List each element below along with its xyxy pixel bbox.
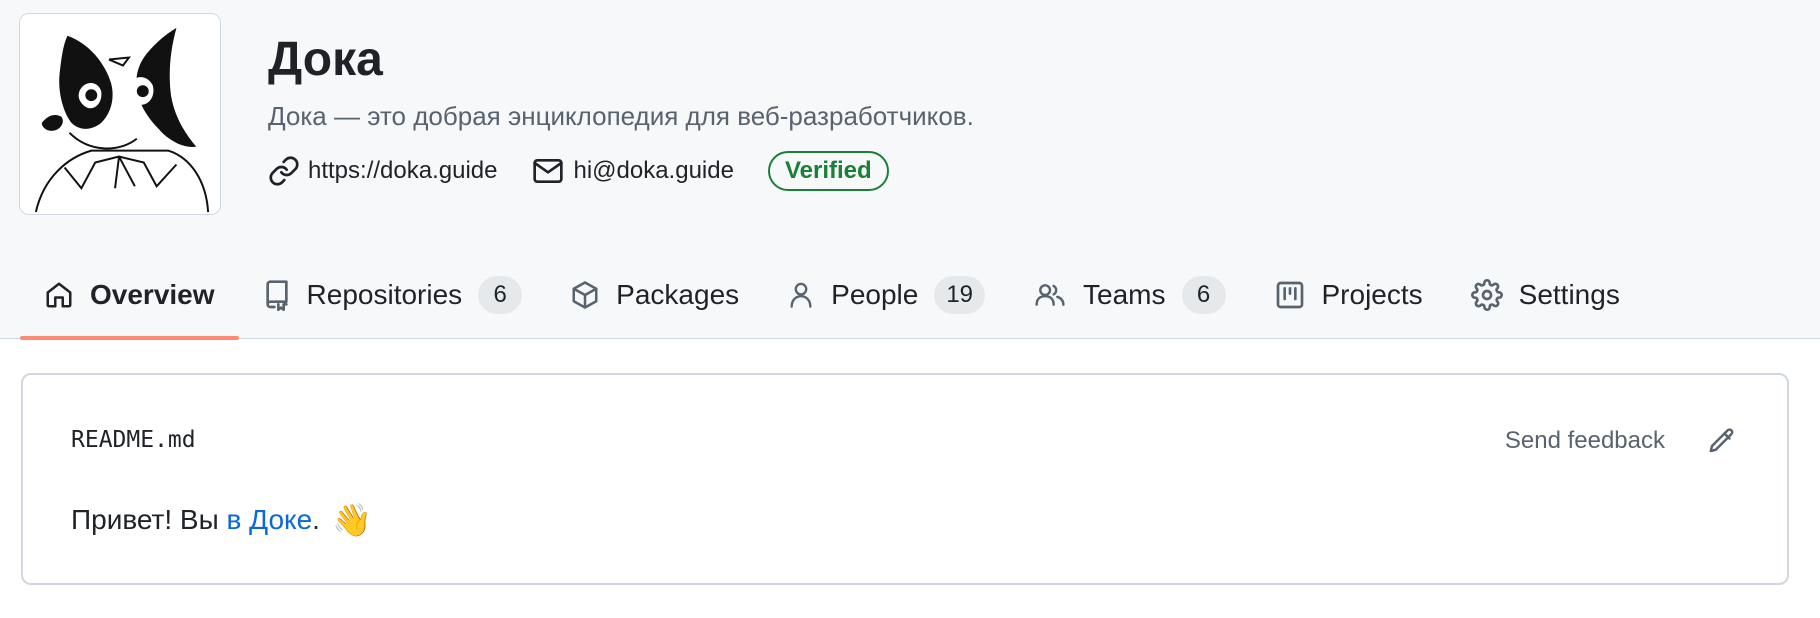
people-count: 19 — [934, 276, 986, 314]
readme-filename: README.md — [71, 427, 196, 453]
home-icon — [46, 282, 72, 308]
tab-teams-label: Teams — [1083, 279, 1166, 310]
readme-card: README.md Send feedback Привет! Вы в Док… — [21, 373, 1789, 585]
link-icon — [269, 156, 299, 186]
pencil-icon — [1709, 428, 1734, 453]
tab-settings[interactable]: Settings — [1447, 255, 1644, 339]
email-text: hi@doka.guide — [573, 157, 734, 184]
people-icon — [1035, 284, 1065, 306]
readme-text-before: Привет! Вы — [71, 504, 227, 535]
doka-dog-logo-icon — [20, 14, 220, 214]
tab-overview[interactable]: Overview — [20, 255, 239, 340]
verified-badge[interactable]: Verified — [767, 151, 889, 191]
org-tabs: Overview Repositories 6 Packages People … — [20, 255, 1644, 340]
send-feedback-link[interactable]: Send feedback — [1505, 427, 1665, 455]
tab-people-label: People — [831, 279, 919, 310]
org-description: Дока — это добрая энциклопедия для веб-р… — [268, 101, 974, 131]
mail-icon — [533, 159, 564, 183]
org-name: Дока — [268, 33, 383, 86]
website-text: https://doka.guide — [308, 157, 498, 184]
repositories-count: 6 — [478, 276, 523, 314]
package-icon — [572, 281, 598, 309]
tab-repositories[interactable]: Repositories 6 — [239, 255, 547, 339]
tab-packages-label: Packages — [616, 279, 740, 310]
tab-repositories-label: Repositories — [306, 279, 463, 310]
tab-projects-label: Projects — [1321, 279, 1423, 310]
tab-teams[interactable]: Teams 6 — [1009, 255, 1249, 339]
tab-overview-label: Overview — [90, 279, 215, 310]
org-avatar[interactable] — [19, 13, 221, 215]
readme-text-after: . — [312, 504, 320, 535]
readme-content: Привет! Вы в Доке . 👋 — [71, 501, 372, 539]
gear-icon — [1470, 279, 1503, 311]
edit-readme-button[interactable] — [1705, 424, 1739, 458]
tab-settings-label: Settings — [1518, 279, 1620, 310]
readme-doka-link[interactable]: в Доке — [227, 504, 313, 536]
org-meta-row: https://doka.guide hi@doka.guide Verifie… — [268, 151, 889, 191]
website-link[interactable]: https://doka.guide — [268, 155, 497, 187]
project-icon — [1276, 281, 1303, 309]
person-icon — [790, 282, 812, 308]
tab-packages[interactable]: Packages — [546, 255, 763, 339]
email-link[interactable]: hi@doka.guide — [531, 155, 734, 187]
tab-people[interactable]: People 19 — [763, 255, 1009, 339]
waving-hand-emoji: 👋 — [331, 501, 372, 539]
teams-count: 6 — [1181, 276, 1226, 314]
repo-icon — [265, 280, 288, 311]
org-header: Дока Дока — это добрая энциклопедия для … — [0, 0, 1820, 340]
tab-projects[interactable]: Projects — [1250, 255, 1447, 339]
